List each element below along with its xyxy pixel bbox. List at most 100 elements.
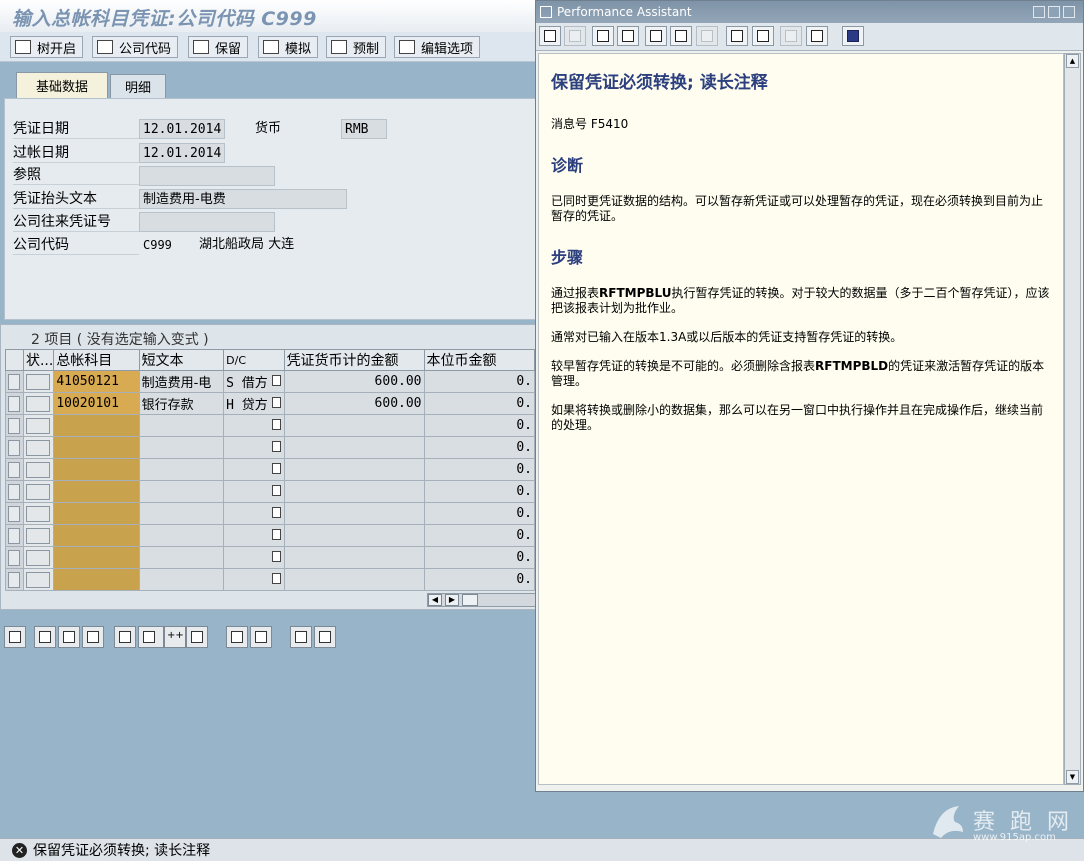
row-selector[interactable] [5, 392, 24, 415]
close-window-icon[interactable] [1063, 6, 1075, 18]
gl-account-cell[interactable] [53, 480, 140, 503]
row-status-cell[interactable] [22, 392, 55, 415]
table-row[interactable]: 0. [5, 414, 536, 437]
bookmark-button[interactable] [780, 26, 802, 46]
value-help-icon[interactable] [271, 441, 281, 452]
row-status-cell[interactable] [22, 568, 55, 591]
gl-account-cell[interactable] [53, 546, 140, 569]
value-help-icon[interactable] [271, 573, 281, 584]
print-button[interactable] [806, 26, 828, 46]
ic-doc-field[interactable] [139, 212, 275, 232]
scroll-right-icon[interactable]: ▶ [445, 594, 459, 606]
local-amount-cell[interactable]: 0. [423, 502, 536, 525]
horizontal-scrollbar[interactable]: ◀ ▶ [427, 593, 537, 607]
select-all-icon[interactable] [34, 626, 56, 648]
status-bar[interactable]: ✕ 保留凭证必须转换; 读长注释 [0, 838, 1084, 861]
maximize-icon[interactable] [1048, 6, 1060, 18]
dc-cell[interactable] [223, 502, 285, 525]
gl-account-cell[interactable] [53, 568, 140, 591]
local-amount-cell[interactable]: 0. [423, 392, 536, 415]
doc-amount-cell[interactable] [283, 414, 425, 437]
doc-amount-cell[interactable] [283, 546, 425, 569]
value-help-icon[interactable] [271, 485, 281, 496]
dc-cell[interactable] [223, 436, 285, 459]
copy-icon[interactable] [226, 626, 248, 648]
local-amount-cell[interactable]: 0. [423, 524, 536, 547]
post-date-field[interactable]: 12.01.2014 [139, 143, 225, 163]
doc-amount-cell[interactable] [283, 458, 425, 481]
value-help-icon[interactable] [271, 507, 281, 518]
gl-account-cell[interactable] [53, 414, 140, 437]
append-rows-icon[interactable]: ++ [164, 626, 186, 648]
doc-amount-cell[interactable] [283, 436, 425, 459]
row-status-cell[interactable] [22, 502, 55, 525]
short-text-cell[interactable]: 制造费用-电 [138, 370, 225, 393]
delete-row-icon[interactable] [186, 626, 208, 648]
row-status-cell[interactable] [22, 370, 55, 393]
info-button[interactable] [670, 26, 692, 46]
short-text-cell[interactable] [138, 458, 225, 481]
table-row[interactable]: 0. [5, 546, 536, 569]
table-row[interactable]: 0. [5, 524, 536, 547]
column-dc[interactable]: D/C [223, 349, 285, 371]
row-status-cell[interactable] [22, 414, 55, 437]
row-selector[interactable] [5, 480, 24, 503]
dc-cell[interactable] [223, 414, 285, 437]
table-row[interactable]: 0. [5, 568, 536, 591]
short-text-cell[interactable] [138, 480, 225, 503]
edit-button[interactable] [645, 26, 667, 46]
row-selector[interactable] [5, 546, 24, 569]
scroll-thumb[interactable] [462, 594, 478, 606]
local-amount-cell[interactable]: 0. [423, 546, 536, 569]
gl-account-cell[interactable]: 10020101 [53, 392, 140, 415]
report-rftmpbld-link[interactable]: RFTMPBLD [815, 359, 888, 373]
value-help-icon[interactable] [271, 375, 281, 386]
report-rftmpblu-link[interactable]: RFTMPBLU [599, 286, 671, 300]
column-short-text[interactable]: 短文本 [138, 349, 225, 371]
table-row[interactable]: 0. [5, 502, 536, 525]
doc-amount-cell[interactable] [283, 502, 425, 525]
options-button[interactable] [752, 26, 774, 46]
column-local-amount[interactable]: 本位币金额 [423, 349, 536, 371]
local-amount-cell[interactable]: 0. [423, 568, 536, 591]
table-row[interactable]: 0. [5, 480, 536, 503]
row-status-cell[interactable] [22, 524, 55, 547]
pa-vertical-scrollbar[interactable]: ▲ ▼ [1064, 53, 1081, 785]
dc-cell[interactable] [223, 458, 285, 481]
short-text-cell[interactable] [138, 524, 225, 547]
row-selector[interactable] [5, 436, 24, 459]
value-help-icon[interactable] [271, 529, 281, 540]
short-text-cell[interactable] [138, 546, 225, 569]
filter-icon[interactable] [314, 626, 336, 648]
doc-date-field[interactable]: 12.01.2014 [139, 119, 225, 139]
gl-account-cell[interactable] [53, 524, 140, 547]
select-all-header[interactable] [5, 349, 24, 371]
value-help-icon[interactable] [271, 551, 281, 562]
scroll-left-icon[interactable]: ◀ [428, 594, 442, 606]
row-status-cell[interactable] [22, 436, 55, 459]
dc-cell[interactable]: S 借方 [223, 370, 285, 393]
minimize-icon[interactable] [1033, 6, 1045, 18]
search-button[interactable] [696, 26, 718, 46]
column-status[interactable]: 状... [22, 349, 55, 371]
header-text-field[interactable]: 制造费用-电费 [139, 189, 347, 209]
value-help-icon[interactable] [271, 419, 281, 430]
doc-amount-cell[interactable] [283, 480, 425, 503]
local-amount-cell[interactable]: 0. [423, 414, 536, 437]
select-block-icon[interactable] [82, 626, 104, 648]
row-selector[interactable] [5, 568, 24, 591]
tab-basic-data[interactable]: 基础数据 [16, 72, 108, 98]
insert-rows-icon[interactable] [138, 626, 164, 648]
deselect-all-icon[interactable] [58, 626, 80, 648]
row-selector[interactable] [5, 458, 24, 481]
hold-button[interactable]: 保留 [188, 36, 249, 58]
doc-amount-cell[interactable]: 600.00 [283, 370, 425, 393]
row-selector[interactable] [5, 502, 24, 525]
gl-account-cell[interactable] [53, 502, 140, 525]
technical-info-button[interactable] [617, 26, 639, 46]
scroll-down-icon[interactable]: ▼ [1066, 770, 1079, 784]
local-amount-cell[interactable]: 0. [423, 480, 536, 503]
dc-cell[interactable] [223, 480, 285, 503]
table-row[interactable]: 0. [5, 458, 536, 481]
short-text-cell[interactable]: 银行存款 [138, 392, 225, 415]
